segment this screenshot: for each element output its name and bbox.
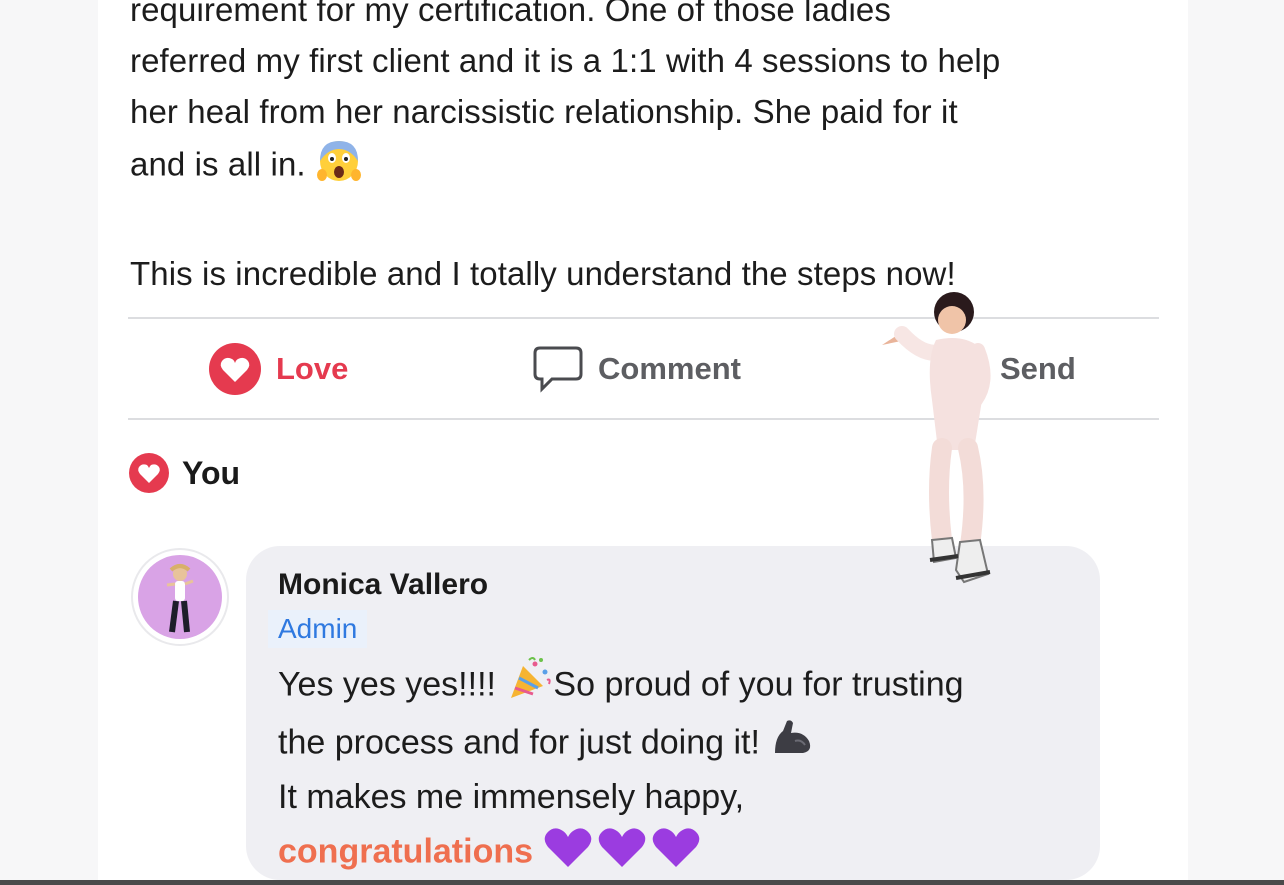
action-bar: Love Comment Send <box>128 320 1159 418</box>
screaming-face-emoji-icon <box>315 137 363 197</box>
divider <box>128 418 1159 420</box>
post-line-text: and is all in. <box>130 145 306 183</box>
comment-line: Yes yes yes!!!! So proud of you for trus… <box>278 656 1088 717</box>
flexed-biceps-icon <box>769 717 815 772</box>
comment-line-text: So proud of you for trusting <box>553 665 964 704</box>
comment-button[interactable]: Comment <box>532 320 741 418</box>
comment-line-text: Yes yes yes!!!! <box>278 665 496 704</box>
send-label: Send <box>1000 351 1076 386</box>
comment-author[interactable]: Monica Vallero <box>278 568 488 602</box>
comment-bubble-icon <box>532 344 584 394</box>
love-button[interactable]: Love <box>208 320 348 418</box>
comment-line-text: the process and for just doing it! <box>278 723 760 762</box>
send-button[interactable]: Send <box>1000 320 1076 418</box>
party-popper-icon <box>505 656 553 717</box>
post-line: referred my first client and it is a 1:1… <box>130 42 1001 79</box>
admin-badge: Admin <box>268 610 368 648</box>
post-line: her heal from her narcissistic relations… <box>130 93 958 130</box>
comment-line: the process and for just doing it! <box>278 717 1088 772</box>
bottom-edge <box>0 880 1284 885</box>
post-line: requirement for my certification. One of… <box>130 0 891 28</box>
avatar[interactable] <box>131 548 229 646</box>
reactions-label: You <box>182 454 241 491</box>
love-label: Love <box>276 351 349 386</box>
purple-hearts-icon <box>542 823 702 884</box>
divider <box>128 317 1159 319</box>
reactions-summary[interactable]: You <box>128 452 240 494</box>
dancing-woman-sticker <box>882 292 991 584</box>
comment-line: congratulations <box>278 823 1088 884</box>
heart-icon <box>128 452 170 494</box>
comment-label: Comment <box>598 351 741 386</box>
post-line: and is all in. <box>130 137 1170 197</box>
heart-filled-icon <box>208 342 262 396</box>
post-line: This is incredible and I totally underst… <box>130 255 956 292</box>
congratulations-text: congratulations <box>278 832 534 871</box>
comment-line: It makes me immensely happy, <box>278 778 745 816</box>
comment-body: Yes yes yes!!!! So proud of you for trus… <box>278 656 1088 884</box>
comment-bubble: Monica Vallero Admin Yes yes yes!!!! So … <box>246 546 1100 880</box>
commenter-avatar-image <box>138 555 222 639</box>
post-body: requirement for my certification. One of… <box>130 0 1170 299</box>
